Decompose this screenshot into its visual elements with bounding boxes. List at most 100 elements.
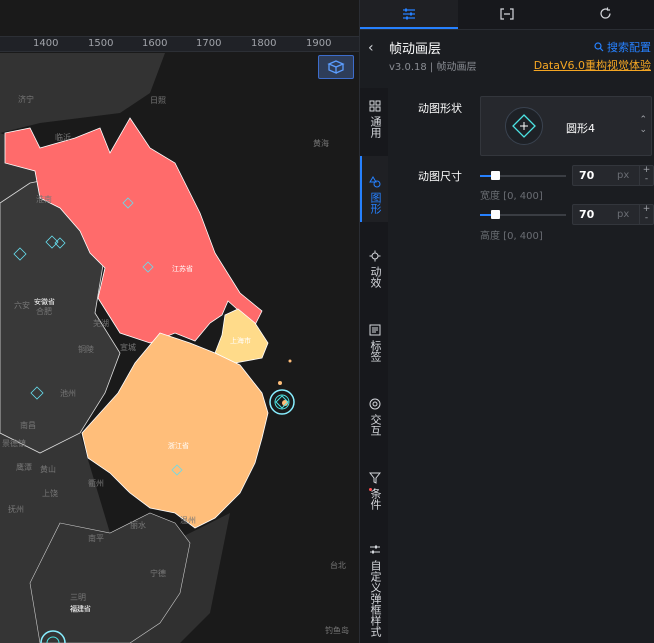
width-input[interactable]: 70 px + - [572, 165, 654, 186]
province-label-fujian: 福建省 [70, 605, 91, 613]
chevron-up-down-icon: ⌃ ⌄ [639, 115, 647, 135]
place-label: 临沂 [55, 133, 71, 142]
promo-link[interactable]: DataV6.0重构视觉体验 [534, 57, 651, 73]
search-icon [594, 42, 604, 52]
ruler-tick: 1900 [306, 38, 332, 49]
place-label: 济宁 [18, 95, 34, 104]
filter-icon [369, 472, 381, 484]
place-label: 黄山 [40, 465, 56, 474]
place-label: 淮南 [36, 195, 52, 204]
place-label: 黄海 [313, 139, 329, 148]
place-label: 景德镇 [2, 439, 26, 448]
tab-interaction[interactable] [557, 0, 654, 29]
place-label: 南平 [88, 534, 104, 543]
province-map [0, 53, 295, 643]
bracket-icon [500, 7, 515, 20]
shape-select[interactable]: 圆形4 ⌃ ⌄ [480, 96, 652, 156]
sidebar-item-shape[interactable]: 图形 [360, 156, 388, 222]
component-version: v3.0.18 | 帧动画层 [389, 62, 477, 73]
sidebar-item-label: 动效 [369, 266, 382, 288]
config-content: 动图形状 圆形4 ⌃⌄ 动图尺寸 70 px +- 宽度 [0, 400] [388, 88, 654, 643]
refresh-icon [600, 7, 611, 19]
component-title: 帧动画层 [389, 42, 442, 57]
panel-tabs [360, 0, 654, 30]
height-slider[interactable] [480, 210, 566, 219]
ruler-tick: 1600 [142, 38, 168, 49]
sidebar-item-general[interactable]: 通用 [360, 100, 388, 138]
ruler-tick: 1500 [88, 38, 114, 49]
diamond-frame-icon [512, 114, 536, 138]
place-label: 鹰潭 [16, 463, 32, 472]
tab-config[interactable] [360, 0, 459, 29]
place-label: 日照 [150, 96, 166, 105]
place-label: 抚州 [8, 505, 24, 514]
gear-icon [369, 250, 381, 262]
place-label: 六安 [14, 301, 30, 310]
interact-icon [369, 398, 381, 410]
height-stepper[interactable]: + - [639, 205, 653, 224]
province-label-jiangsu: 江苏省 [172, 265, 193, 273]
condition-alert-dot [369, 488, 372, 491]
province-label-shanghai: 上海市 [230, 337, 251, 345]
width-unit: px [617, 170, 630, 181]
3d-layer-button[interactable] [318, 55, 354, 79]
width-stepper[interactable]: + - [639, 166, 653, 185]
place-label: 温州 [180, 516, 196, 525]
place-label: 南昌 [20, 421, 36, 430]
shape-field-label: 动图形状 [418, 102, 462, 115]
place-label: 钓鱼岛 [325, 626, 349, 635]
height-input[interactable]: 70 px + - [572, 204, 654, 225]
province-label-zhejiang: 浙江省 [168, 442, 189, 450]
chevron-left-icon[interactable]: ‹ [368, 40, 374, 56]
size-field-label: 动图尺寸 [418, 170, 462, 183]
place-label: 宁德 [150, 569, 166, 578]
province-label-anhui: 安徽省 [34, 298, 55, 306]
sidebar-item-label: 自定义弹框样式 [369, 560, 382, 637]
shape-preview [505, 107, 543, 145]
land-mass [0, 53, 165, 133]
panel-header: ‹ 帧动画层 v3.0.18 | 帧动画层 搜索配置 DataV6.0重构视觉体… [360, 30, 654, 78]
label-icon [369, 324, 381, 336]
grid-icon [369, 100, 381, 112]
ruler-tick: 1700 [196, 38, 222, 49]
width-slider-handle[interactable] [491, 171, 501, 180]
height-unit: px [617, 209, 630, 220]
side-nav: 通用 图形 动效 标签 交互 条件 自定义弹框样式 [360, 88, 388, 643]
place-label: 芜湖 [93, 319, 109, 328]
sidebar-item-effect[interactable]: 动效 [360, 250, 388, 288]
height-slider-handle[interactable] [491, 210, 501, 219]
sidebar-item-label-config[interactable]: 标签 [360, 324, 388, 362]
search-config-label: 搜索配置 [607, 41, 651, 54]
width-slider[interactable] [480, 171, 566, 180]
sidebar-item-label: 通用 [369, 116, 382, 138]
place-label: 宣城 [120, 343, 136, 352]
height-range-hint: 高度 [0, 400] [480, 231, 543, 242]
place-label: 上饶 [42, 489, 58, 498]
place-label: 合肥 [36, 307, 52, 316]
place-label: 池州 [60, 389, 76, 398]
cube-icon [327, 60, 345, 74]
horizontal-ruler: 1400 1500 1600 1700 1800 1900 [0, 36, 359, 52]
map-canvas[interactable]: 1400 1500 1600 1700 1800 1900 济宁 临沂 日照 黄… [0, 0, 359, 643]
place-label: 铜陵 [78, 345, 94, 354]
ruler-tick: 1400 [33, 38, 59, 49]
sidebar-item-label: 交互 [369, 414, 382, 436]
sidebar-item-custom-popup[interactable]: 自定义弹框样式 [360, 544, 388, 637]
sidebar-item-label: 图形 [369, 192, 382, 214]
sidebar-item-interaction[interactable]: 交互 [360, 398, 388, 436]
tab-data[interactable] [458, 0, 556, 29]
sidebar-item-condition[interactable]: 条件 [360, 472, 388, 510]
frame-marker-zhejiang-coast [269, 389, 295, 415]
shape-value: 圆形4 [566, 122, 595, 135]
place-label: 衢州 [88, 479, 104, 488]
place-label: 丽水 [130, 521, 146, 530]
search-config-link[interactable]: 搜索配置 [594, 39, 651, 55]
sliders-icon [403, 8, 416, 19]
place-label: 台北 [330, 561, 346, 570]
sidebar-item-label: 标签 [369, 340, 382, 362]
height-value: 70 [579, 208, 595, 221]
canvas-top-area [0, 0, 359, 36]
sidebar-item-label: 条件 [369, 488, 382, 510]
width-value: 70 [579, 169, 595, 182]
shapes-icon [369, 176, 381, 188]
